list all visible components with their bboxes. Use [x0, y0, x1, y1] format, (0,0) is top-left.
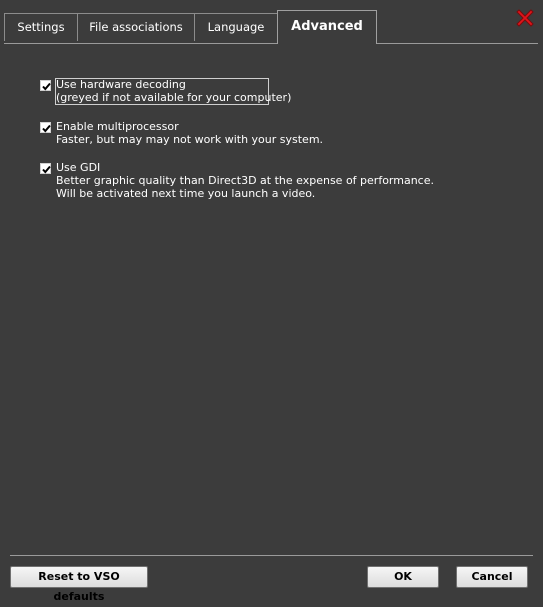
tab-advanced[interactable]: Advanced [277, 10, 377, 44]
tab-settings[interactable]: Settings [4, 13, 78, 41]
tab-panel-border [4, 43, 538, 44]
multiprocessor-label: Enable multiprocessor [56, 120, 179, 133]
settings-window: Settings File associations Language Adva… [0, 0, 543, 603]
hardware-decoding-text: Use hardware decoding (greyed if not ava… [56, 78, 291, 104]
close-button[interactable] [514, 7, 536, 29]
ok-button[interactable]: OK [367, 566, 439, 588]
bottom-separator [10, 555, 533, 556]
cancel-button[interactable]: Cancel [456, 566, 528, 588]
reset-defaults-button[interactable]: Reset to VSO defaults [10, 566, 148, 603]
checkmark-icon [42, 124, 51, 133]
multiprocessor-description: Faster, but may may not work with your s… [56, 133, 324, 146]
checkmark-icon [42, 82, 51, 91]
tab-file-associations[interactable]: File associations [77, 13, 195, 41]
use-gdi-checkbox[interactable] [40, 163, 51, 174]
hardware-decoding-checkbox[interactable] [40, 80, 51, 91]
use-gdi-description-line2: Will be activated next time you launch a… [56, 187, 316, 200]
tab-language[interactable]: Language [194, 13, 278, 41]
tab-bar: Settings File associations Language Adva… [4, 10, 534, 44]
checkmark-icon [42, 165, 51, 174]
use-gdi-label: Use GDI [56, 161, 101, 174]
multiprocessor-text: Enable multiprocessor Faster, but may ma… [56, 120, 323, 146]
close-x-icon [516, 9, 534, 27]
use-gdi-description-line1: Better graphic quality than Direct3D at … [56, 174, 434, 187]
hardware-decoding-label: Use hardware decoding [56, 78, 186, 91]
multiprocessor-checkbox[interactable] [40, 122, 51, 133]
hardware-decoding-description: (greyed if not available for your comput… [56, 91, 292, 104]
use-gdi-text: Use GDI Better graphic quality than Dire… [56, 161, 434, 200]
